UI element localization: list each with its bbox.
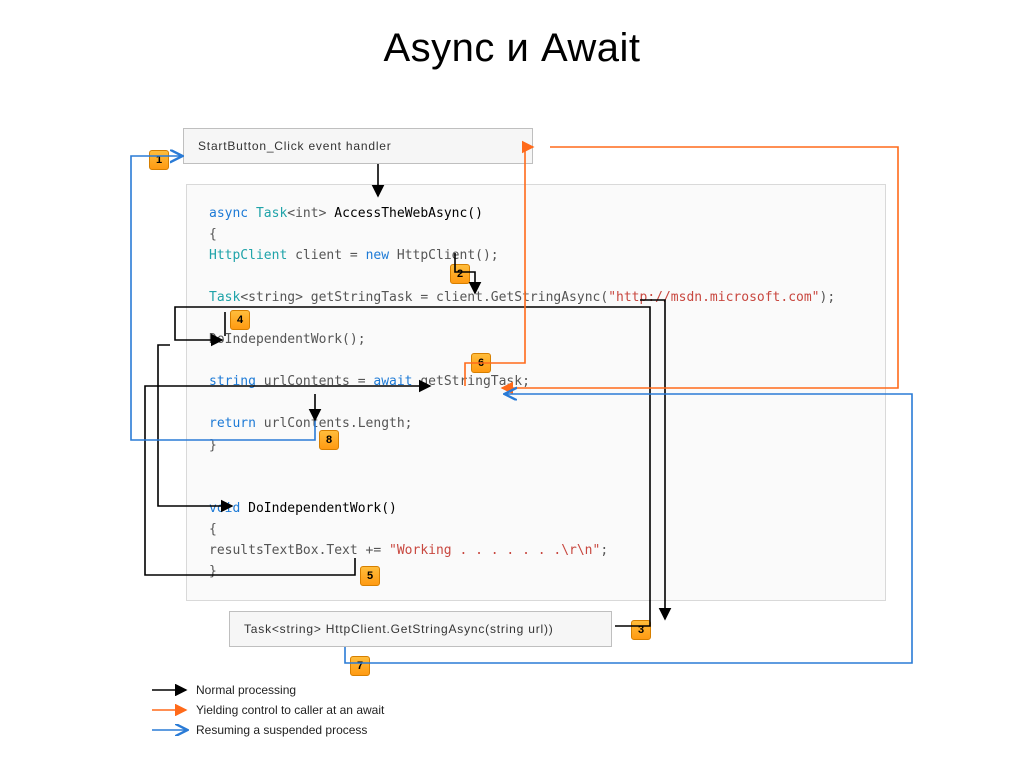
code-line: HttpClient client = new HttpClient(); <box>209 245 863 266</box>
handler-box-label: StartButton_Click event handler <box>184 129 532 163</box>
code-line: { <box>209 224 863 245</box>
step-badge-3: 3 <box>631 620 651 640</box>
code-line <box>209 456 863 477</box>
legend-label: Resuming a suspended process <box>196 723 367 737</box>
code-line: void DoIndependentWork() <box>209 498 863 519</box>
code-line: } <box>209 435 863 456</box>
arrow-black-icon <box>150 684 190 696</box>
code-line <box>209 350 863 371</box>
diagram-canvas: StartButton_Click event handler async Ta… <box>0 0 1024 767</box>
code-line: return urlContents.Length; <box>209 413 863 434</box>
legend-row-normal: Normal processing <box>150 680 384 700</box>
arrow-blue-icon <box>150 724 190 736</box>
legend-label: Yielding control to caller at an await <box>196 703 384 717</box>
bottom-call-box: Task<string> HttpClient.GetStringAsync(s… <box>229 611 612 647</box>
step-badge-8: 8 <box>319 430 339 450</box>
code-line: } <box>209 561 863 582</box>
step-badge-4: 4 <box>230 310 250 330</box>
arrow-orange-icon <box>150 704 190 716</box>
code-line: string urlContents = await getStringTask… <box>209 371 863 392</box>
code-line <box>209 477 863 498</box>
step-badge-6: 6 <box>471 353 491 373</box>
code-line: { <box>209 519 863 540</box>
step-badge-1: 1 <box>149 150 169 170</box>
legend-row-yield: Yielding control to caller at an await <box>150 700 384 720</box>
code-line <box>209 266 863 287</box>
code-line <box>209 308 863 329</box>
code-line: DoIndependentWork(); <box>209 329 863 350</box>
step-badge-7: 7 <box>350 656 370 676</box>
bottom-call-label: Task<string> HttpClient.GetStringAsync(s… <box>230 612 611 646</box>
step-badge-2: 2 <box>450 264 470 284</box>
code-line <box>209 392 863 413</box>
code-line: async Task<int> AccessTheWebAsync() <box>209 203 863 224</box>
step-badge-5: 5 <box>360 566 380 586</box>
legend: Normal processing Yielding control to ca… <box>150 680 384 740</box>
legend-row-resume: Resuming a suspended process <box>150 720 384 740</box>
handler-box: StartButton_Click event handler <box>183 128 533 164</box>
code-box-main: async Task<int> AccessTheWebAsync() { Ht… <box>186 184 886 601</box>
legend-label: Normal processing <box>196 683 296 697</box>
code-line: resultsTextBox.Text += "Working . . . . … <box>209 540 863 561</box>
code-line: Task<string> getStringTask = client.GetS… <box>209 287 863 308</box>
